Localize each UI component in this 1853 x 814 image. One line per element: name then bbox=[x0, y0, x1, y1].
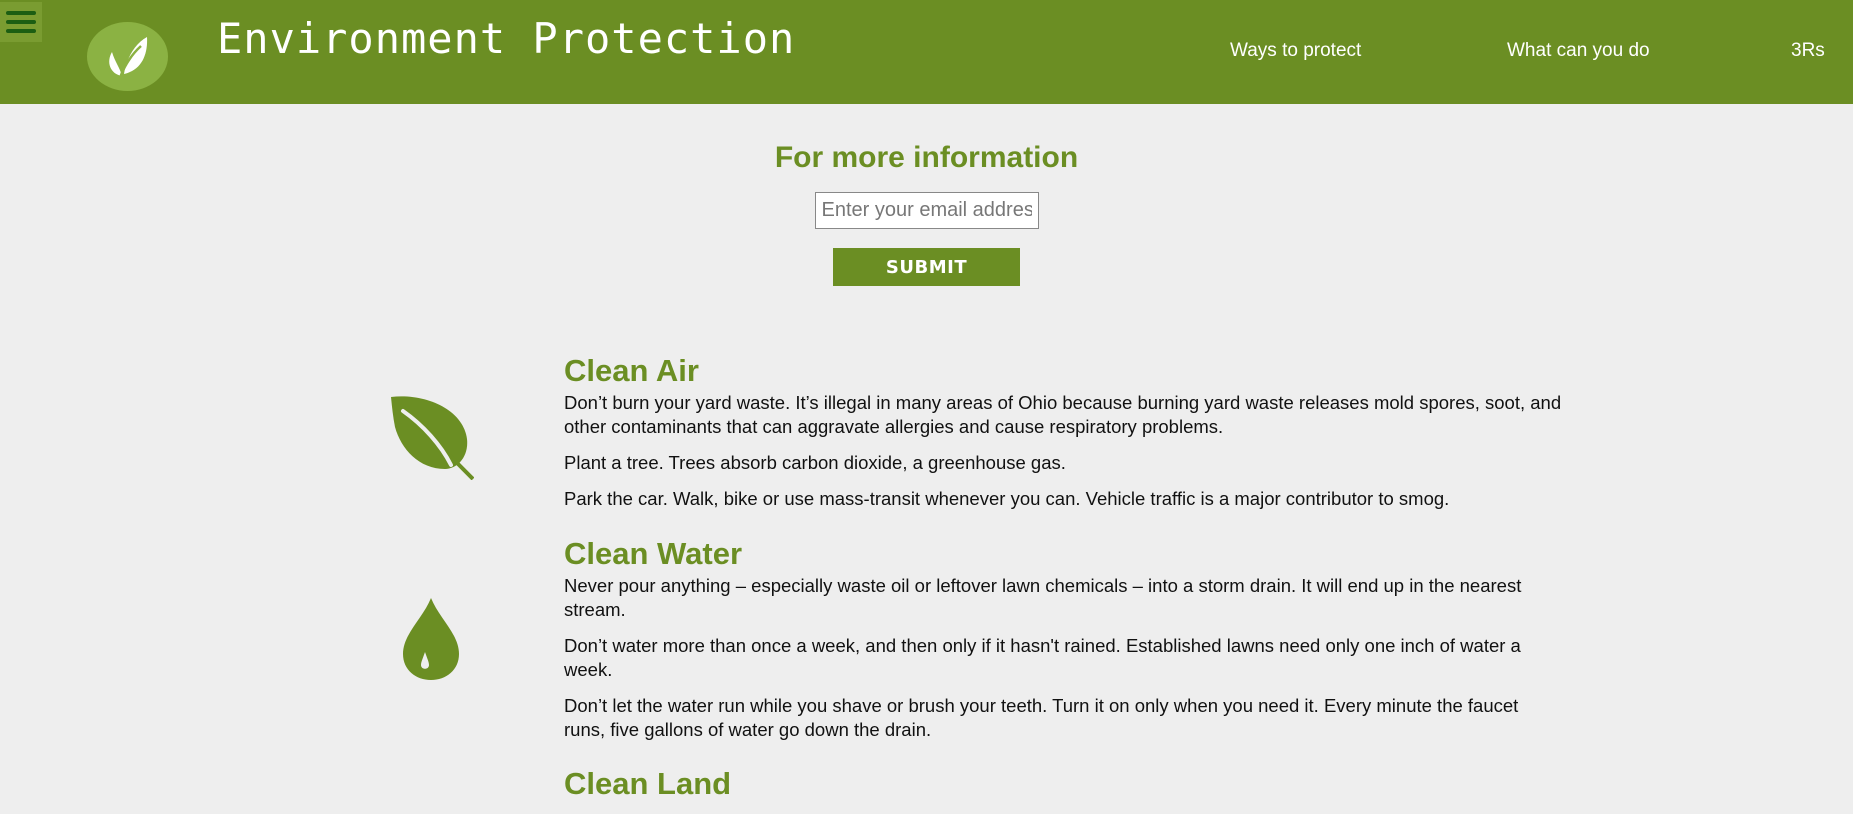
water-drop-icon bbox=[401, 596, 461, 687]
leaf-icon bbox=[389, 395, 475, 485]
section-paragraph: Don’t burn your yard waste. It’s illegal… bbox=[564, 392, 1562, 437]
email-signup: For more information SUBMIT bbox=[0, 140, 1853, 286]
section-paragraph: Plant a tree. Trees absorb carbon dioxid… bbox=[564, 452, 1066, 473]
site-title: Environment Protection bbox=[217, 14, 796, 63]
section-paragraph: Park the car. Walk, bike or use mass-tra… bbox=[564, 488, 1450, 509]
nav-3rs[interactable]: 3Rs bbox=[1791, 40, 1825, 62]
signup-title: For more information bbox=[774, 141, 1079, 174]
section-title: Clean Air bbox=[564, 353, 699, 388]
submit-button[interactable]: SUBMIT bbox=[833, 248, 1020, 286]
section-title: Clean Water bbox=[564, 536, 743, 571]
section-clean-land: Clean Land bbox=[564, 765, 1564, 803]
nav-what-can-you-do[interactable]: What can you do bbox=[1507, 40, 1650, 62]
email-input[interactable] bbox=[814, 192, 1039, 229]
section-paragraph: Don’t water more than once a week, and t… bbox=[564, 635, 1521, 680]
section-clean-air: Clean Air Don’t burn your yard waste. It… bbox=[564, 352, 1564, 523]
section-paragraph: Never pour anything – especially waste o… bbox=[564, 575, 1522, 620]
site-header: Environment Protection Ways to protect W… bbox=[0, 0, 1853, 104]
section-title: Clean Land bbox=[564, 766, 732, 801]
leaf-logo-icon[interactable] bbox=[87, 22, 168, 91]
nav-ways-to-protect[interactable]: Ways to protect bbox=[1230, 40, 1361, 62]
section-clean-water: Clean Water Never pour anything – especi… bbox=[564, 535, 1564, 754]
hamburger-menu-icon[interactable] bbox=[0, 2, 42, 42]
section-paragraph: Don’t let the water run while you shave … bbox=[564, 695, 1519, 740]
